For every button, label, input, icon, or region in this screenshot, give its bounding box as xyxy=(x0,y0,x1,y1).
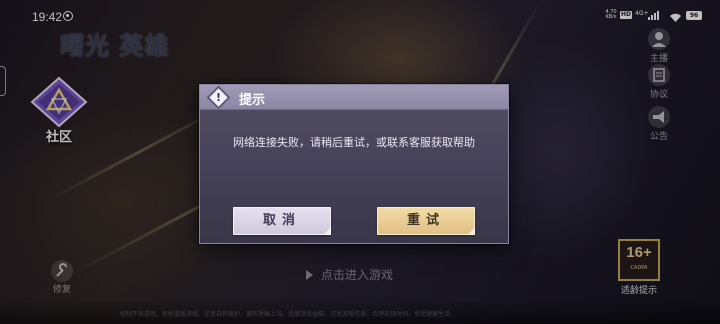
dialog-header: ! 提示 xyxy=(200,85,508,110)
exclamation-icon: ! xyxy=(215,91,222,104)
cancel-button[interactable]: 取消 xyxy=(233,207,331,235)
button-corner-decoration xyxy=(323,227,331,235)
dialog-title: 提示 xyxy=(239,93,266,108)
network-error-dialog: ! 提示 网络连接失败，请稍后重试，或联系客服获取帮助 取消 重试 xyxy=(199,84,509,244)
cancel-button-label: 取消 xyxy=(262,213,301,228)
retry-button-label: 重试 xyxy=(406,213,445,228)
dialog-message: 网络连接失败，请稍后重试，或联系客服获取帮助 xyxy=(233,136,475,149)
retry-button[interactable]: 重试 xyxy=(377,207,475,235)
button-corner-decoration xyxy=(467,227,475,235)
